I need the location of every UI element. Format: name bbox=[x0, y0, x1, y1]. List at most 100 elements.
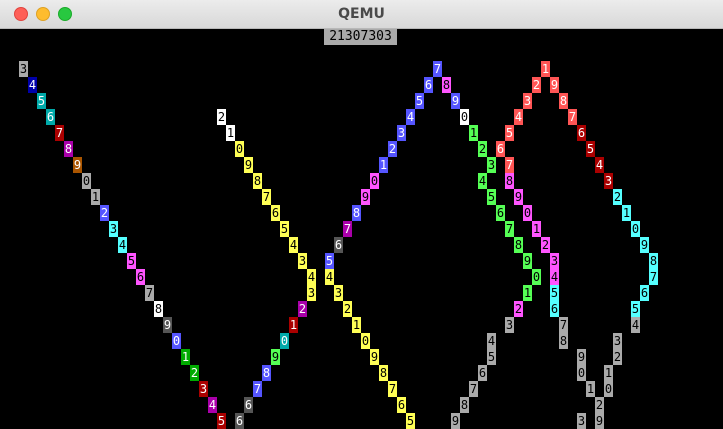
screen-cell: 6 bbox=[550, 301, 559, 317]
screen-cell: 5 bbox=[487, 189, 496, 205]
screen-cell: 8 bbox=[559, 333, 568, 349]
screen-cell: 3 bbox=[613, 333, 622, 349]
screen-cell: 6 bbox=[271, 205, 280, 221]
screen-cell: 2 bbox=[100, 205, 109, 221]
screen-cell: 5 bbox=[127, 253, 136, 269]
screen-cell: 2 bbox=[190, 365, 199, 381]
screen-cell: 6 bbox=[235, 413, 244, 429]
screen-cell: 1 bbox=[181, 349, 190, 365]
screen-cell: 9 bbox=[163, 317, 172, 333]
screen-cell: 9 bbox=[577, 349, 586, 365]
vga-text-screen[interactable]: 21307303 3714682955938624047713156802265… bbox=[1, 29, 722, 429]
screen-cell: 4 bbox=[550, 269, 559, 285]
screen-cell: 1 bbox=[379, 157, 388, 173]
screen-cell: 7 bbox=[469, 381, 478, 397]
screen-cell: 3 bbox=[577, 413, 586, 429]
screen-cell: 4 bbox=[478, 173, 487, 189]
screen-cell: 0 bbox=[604, 381, 613, 397]
screen-cell: 7 bbox=[505, 221, 514, 237]
screen-cell: 1 bbox=[541, 61, 550, 77]
screen-cell: 5 bbox=[550, 285, 559, 301]
screen-cell: 9 bbox=[523, 253, 532, 269]
screen-cell: 7 bbox=[559, 317, 568, 333]
screen-cell: 5 bbox=[406, 413, 415, 429]
screen-cell: 9 bbox=[514, 189, 523, 205]
screen-cell: 2 bbox=[343, 301, 352, 317]
screen-cell: 2 bbox=[298, 301, 307, 317]
screen-cell: 2 bbox=[388, 141, 397, 157]
screen-cell: 5 bbox=[325, 253, 334, 269]
screen-cell: 7 bbox=[145, 285, 154, 301]
screen-cell: 3 bbox=[487, 157, 496, 173]
screen-cell: 2 bbox=[613, 349, 622, 365]
screen-cell: 9 bbox=[595, 413, 604, 429]
screen-cell: 9 bbox=[361, 189, 370, 205]
screen-cell: 3 bbox=[298, 253, 307, 269]
screen-cell: 3 bbox=[334, 285, 343, 301]
screen-cell: 5 bbox=[37, 93, 46, 109]
screen-cell: 0 bbox=[370, 173, 379, 189]
screen-cell: 6 bbox=[334, 237, 343, 253]
screen-cell: 5 bbox=[280, 221, 289, 237]
screen-cell: 1 bbox=[586, 381, 595, 397]
screen-cell: 3 bbox=[307, 285, 316, 301]
screen-cell: 6 bbox=[46, 109, 55, 125]
screen-cell: 8 bbox=[559, 93, 568, 109]
screen-cell: 4 bbox=[118, 237, 127, 253]
screen-cell: 5 bbox=[505, 125, 514, 141]
screen-cell: 1 bbox=[523, 285, 532, 301]
screen-cell: 6 bbox=[478, 365, 487, 381]
screen-cell: 9 bbox=[73, 157, 82, 173]
screen-cell: 4 bbox=[595, 157, 604, 173]
screen-cell: 2 bbox=[595, 397, 604, 413]
screen-cell: 2 bbox=[613, 189, 622, 205]
screen-cell: 2 bbox=[541, 237, 550, 253]
screen-cell: 3 bbox=[505, 317, 514, 333]
screen-cell: 1 bbox=[289, 317, 298, 333]
screen-cell: 1 bbox=[604, 365, 613, 381]
screen-cell: 3 bbox=[523, 93, 532, 109]
screen-cell: 0 bbox=[361, 333, 370, 349]
screen-cell: 8 bbox=[352, 205, 361, 221]
screen-cell: 4 bbox=[487, 333, 496, 349]
screen-cell: 1 bbox=[622, 205, 631, 221]
screen-cell: 2 bbox=[217, 109, 226, 125]
screen-cell: 9 bbox=[451, 93, 460, 109]
screen-cell: 4 bbox=[208, 397, 217, 413]
screen-cell: 1 bbox=[469, 125, 478, 141]
screen-cell: 4 bbox=[325, 269, 334, 285]
screen-cell: 7 bbox=[649, 269, 658, 285]
counter-display: 21307303 bbox=[324, 29, 397, 45]
screen-cell: 9 bbox=[451, 413, 460, 429]
screen-cell: 3 bbox=[397, 125, 406, 141]
screen-cell: 8 bbox=[442, 77, 451, 93]
window-title: QEMU bbox=[338, 6, 385, 22]
screen-cell: 0 bbox=[631, 221, 640, 237]
window-titlebar: QEMU bbox=[0, 0, 723, 29]
screen-cell: 6 bbox=[244, 397, 253, 413]
screen-cell: 9 bbox=[244, 157, 253, 173]
screen-cell: 6 bbox=[424, 77, 433, 93]
screen-cell: 7 bbox=[262, 189, 271, 205]
screen-cell: 6 bbox=[496, 205, 505, 221]
screen-cell: 6 bbox=[397, 397, 406, 413]
screen-cell: 5 bbox=[631, 301, 640, 317]
screen-cell: 7 bbox=[433, 61, 442, 77]
screen-cell: 3 bbox=[199, 381, 208, 397]
screen-cell: 2 bbox=[478, 141, 487, 157]
screen-cell: 4 bbox=[307, 269, 316, 285]
screen-cell: 0 bbox=[460, 109, 469, 125]
screen-cell: 6 bbox=[640, 285, 649, 301]
screen-cell: 9 bbox=[271, 349, 280, 365]
screen-cell: 0 bbox=[532, 269, 541, 285]
screen-cell: 2 bbox=[514, 301, 523, 317]
screen-cell: 4 bbox=[289, 237, 298, 253]
screen-cell: 3 bbox=[550, 253, 559, 269]
screen-cell: 8 bbox=[262, 365, 271, 381]
screen-cell: 8 bbox=[154, 301, 163, 317]
screen-cell: 0 bbox=[235, 141, 244, 157]
screen-cell: 1 bbox=[226, 125, 235, 141]
screen-cell: 6 bbox=[136, 269, 145, 285]
screen-cell: 5 bbox=[487, 349, 496, 365]
screen-cell: 0 bbox=[523, 205, 532, 221]
